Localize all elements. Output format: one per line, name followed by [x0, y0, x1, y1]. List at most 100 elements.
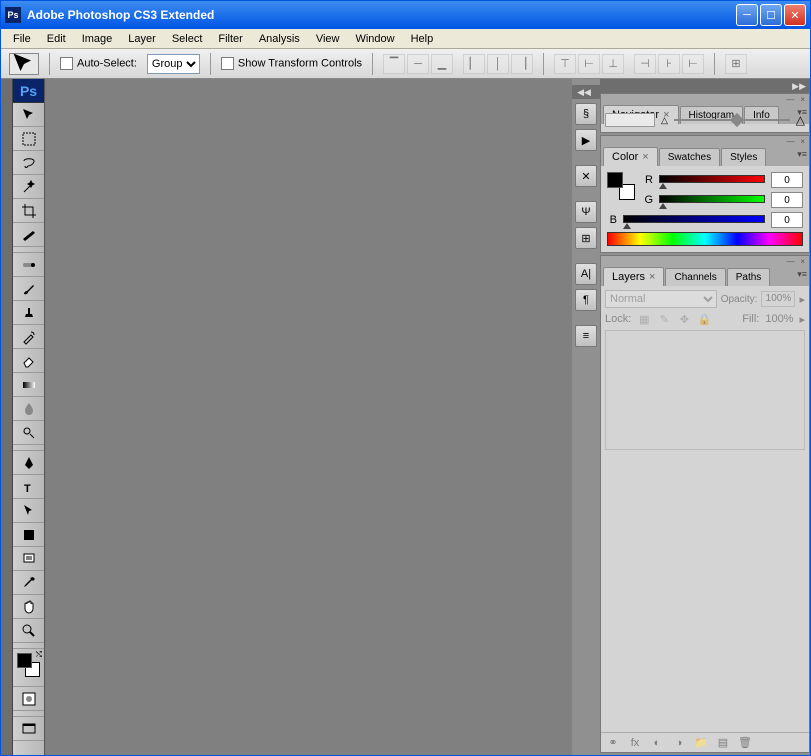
menu-select[interactable]: Select — [164, 31, 211, 47]
adjustment-layer-icon[interactable]: ◑ — [671, 735, 687, 751]
marquee-tool[interactable] — [13, 127, 44, 151]
close-button[interactable]: ✕ — [784, 4, 806, 26]
green-slider[interactable] — [659, 195, 765, 205]
menu-help[interactable]: Help — [403, 31, 442, 47]
zoom-slider-thumb[interactable] — [730, 113, 744, 127]
fill-value[interactable]: 100% — [765, 313, 793, 325]
color-spectrum-ramp[interactable] — [607, 232, 803, 246]
red-slider[interactable] — [659, 175, 765, 185]
blue-slider[interactable] — [623, 215, 765, 225]
clone-stamp-tool[interactable] — [13, 301, 44, 325]
lock-pixels-icon[interactable]: ✎ — [657, 312, 671, 326]
zoom-percentage-field[interactable] — [605, 113, 655, 127]
strip-button-4[interactable]: Ψ — [575, 201, 597, 223]
red-value-input[interactable] — [771, 172, 803, 188]
lock-all-icon[interactable]: 🔒 — [697, 312, 711, 326]
distribute-right-icon[interactable]: ⊢ — [682, 54, 704, 74]
panel-close-icon[interactable]: × — [800, 257, 805, 266]
lasso-tool[interactable] — [13, 151, 44, 175]
eyedropper-tool[interactable] — [13, 571, 44, 595]
zoom-tool[interactable] — [13, 619, 44, 643]
hand-tool[interactable] — [13, 595, 44, 619]
quick-mask-tool[interactable] — [13, 687, 44, 711]
dock-collapse-icon[interactable]: ▶▶ — [792, 81, 806, 92]
active-tool-indicator[interactable] — [9, 53, 39, 75]
tool-dock-grip[interactable] — [1, 79, 13, 755]
panel-minimize-icon[interactable]: — — [786, 257, 794, 266]
tab-color[interactable]: Color× — [603, 147, 658, 166]
layer-style-icon[interactable]: fx — [627, 735, 643, 751]
path-selection-tool[interactable] — [13, 499, 44, 523]
menu-edit[interactable]: Edit — [39, 31, 74, 47]
strip-button-5[interactable]: ⊞ — [575, 227, 597, 249]
foreground-background-colors[interactable]: ⤭ — [13, 649, 44, 681]
tab-layers[interactable]: Layers× — [603, 267, 664, 286]
strip-button-2[interactable]: ▶ — [575, 129, 597, 151]
align-right-icon[interactable]: ▕ — [511, 54, 533, 74]
menu-layer[interactable]: Layer — [120, 31, 164, 47]
menu-view[interactable]: View — [308, 31, 348, 47]
blur-tool[interactable] — [13, 397, 44, 421]
notes-tool[interactable] — [13, 547, 44, 571]
magic-wand-tool[interactable] — [13, 175, 44, 199]
minimize-button[interactable]: ─ — [736, 4, 758, 26]
new-group-icon[interactable]: 📁 — [693, 735, 709, 751]
menu-filter[interactable]: Filter — [210, 31, 250, 47]
link-layers-icon[interactable]: ⚭ — [605, 735, 621, 751]
menu-image[interactable]: Image — [74, 31, 121, 47]
tab-styles[interactable]: Styles — [721, 148, 766, 166]
panel-close-icon[interactable]: × — [800, 137, 805, 146]
menu-analysis[interactable]: Analysis — [251, 31, 308, 47]
zoom-slider-track[interactable] — [674, 119, 790, 121]
screen-mode-tool[interactable] — [13, 717, 44, 741]
move-tool[interactable] — [13, 103, 44, 127]
align-top-icon[interactable]: ▔ — [383, 54, 405, 74]
menu-window[interactable]: Window — [347, 31, 402, 47]
strip-button-8[interactable]: ≡ — [575, 325, 597, 347]
distribute-hcenter-icon[interactable]: ⊦ — [658, 54, 680, 74]
align-bottom-icon[interactable]: ▁ — [431, 54, 453, 74]
type-tool[interactable]: T — [13, 475, 44, 499]
eraser-tool[interactable] — [13, 349, 44, 373]
opacity-value[interactable]: 100% — [761, 291, 795, 307]
color-fg-swatch[interactable] — [607, 172, 623, 188]
distribute-left-icon[interactable]: ⊣ — [634, 54, 656, 74]
zoom-in-icon[interactable]: △ — [796, 113, 805, 127]
dodge-tool[interactable] — [13, 421, 44, 445]
slice-tool[interactable] — [13, 223, 44, 247]
lock-position-icon[interactable]: ✥ — [677, 312, 691, 326]
panel-minimize-icon[interactable]: — — [786, 137, 794, 146]
auto-align-icon[interactable]: ⊞ — [725, 54, 747, 74]
distribute-vcenter-icon[interactable]: ⊢ — [578, 54, 600, 74]
layer-mask-icon[interactable]: ◐ — [649, 735, 665, 751]
maximize-button[interactable]: ☐ — [760, 4, 782, 26]
panel-close-icon[interactable]: × — [800, 95, 805, 104]
shape-tool[interactable] — [13, 523, 44, 547]
tab-close-icon[interactable]: × — [649, 271, 655, 283]
align-left-icon[interactable]: ▏ — [463, 54, 485, 74]
strip-button-6[interactable]: A| — [575, 263, 597, 285]
auto-select-dropdown[interactable]: Group — [147, 54, 200, 74]
lock-transparency-icon[interactable]: ▦ — [637, 312, 651, 326]
tab-channels[interactable]: Channels — [665, 268, 725, 286]
align-vcenter-icon[interactable]: ─ — [407, 54, 429, 74]
tab-close-icon[interactable]: × — [642, 151, 648, 163]
show-transform-checkbox[interactable]: Show Transform Controls — [221, 57, 362, 70]
delete-layer-icon[interactable]: 🗑 — [737, 735, 753, 751]
align-hcenter-icon[interactable]: │ — [487, 54, 509, 74]
layer-list[interactable] — [605, 330, 805, 450]
blue-value-input[interactable] — [771, 212, 803, 228]
pen-tool[interactable] — [13, 451, 44, 475]
tab-swatches[interactable]: Swatches — [659, 148, 720, 166]
swap-colors-icon[interactable]: ⤭ — [36, 650, 42, 660]
blend-mode-dropdown[interactable]: Normal — [605, 290, 717, 308]
tab-paths[interactable]: Paths — [727, 268, 771, 286]
strip-collapse-icon[interactable]: ◀◀ — [577, 87, 591, 98]
green-value-input[interactable] — [771, 192, 803, 208]
panel-menu-icon[interactable]: ▾≡ — [797, 149, 807, 160]
menu-file[interactable]: File — [5, 31, 39, 47]
panel-minimize-icon[interactable]: — — [786, 95, 794, 104]
color-fg-bg-swatches[interactable] — [607, 172, 635, 200]
crop-tool[interactable] — [13, 199, 44, 223]
brush-tool[interactable] — [13, 277, 44, 301]
